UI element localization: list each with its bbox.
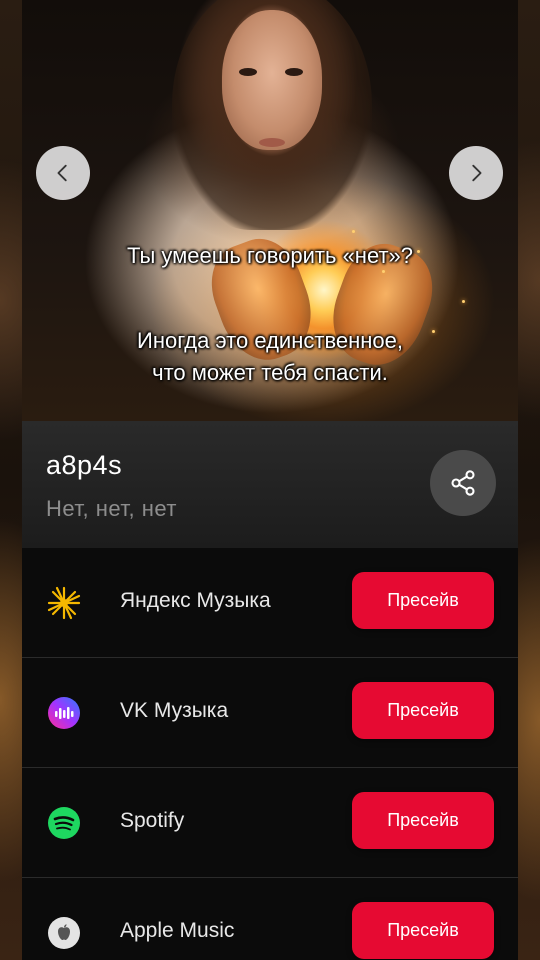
presave-button-vk-music[interactable]: Пресейв (352, 682, 494, 739)
presave-button-yandex-music[interactable]: Пресейв (352, 572, 494, 629)
cover-caption-line-1: Ты умеешь говорить «нет»? (126, 243, 414, 268)
service-name: Яндекс Музыка (120, 589, 271, 612)
presave-button-spotify[interactable]: Пресейв (352, 792, 494, 849)
release-info: a8p4s Нет, нет, нет (22, 421, 518, 548)
cover-image: Ты умеешь говорить «нет»? Иногда это еди… (22, 0, 518, 421)
track-title: Нет, нет, нет (46, 496, 178, 521)
share-icon (451, 470, 475, 496)
service-row-yandex-music: Яндекс Музыка Пресейв (22, 548, 518, 658)
service-name: Spotify (120, 809, 185, 832)
presave-button-apple-music[interactable]: Пресейв (352, 902, 494, 959)
cover-caption-line-3: что может тебя спасти. (152, 360, 388, 385)
chevron-left-icon (57, 164, 67, 182)
service-row-spotify: Spotify Пресейв (22, 768, 518, 878)
service-row-apple-music: Apple Music Пресейв (22, 878, 518, 960)
service-row-vk-music: VK Музыка Пресейв (22, 658, 518, 768)
service-name: VK Музыка (120, 699, 229, 722)
share-button[interactable] (430, 450, 496, 516)
yandex-music-star-icon (46, 585, 82, 621)
streaming-services-list: Яндекс Музыка Пресейв VK Музыка Пресейв … (22, 548, 518, 960)
spotify-icon (46, 805, 82, 841)
next-button[interactable] (449, 146, 503, 200)
previous-button[interactable] (36, 146, 90, 200)
cover-caption-line-2: Иногда это единственное, (137, 328, 403, 353)
chevron-right-icon (472, 164, 482, 182)
service-name: Apple Music (120, 919, 235, 942)
vk-music-wave-icon (46, 695, 82, 731)
presave-card: Ты умеешь говорить «нет»? Иногда это еди… (22, 0, 518, 960)
apple-music-icon (46, 915, 82, 951)
artist-name: a8p4s (46, 450, 123, 480)
